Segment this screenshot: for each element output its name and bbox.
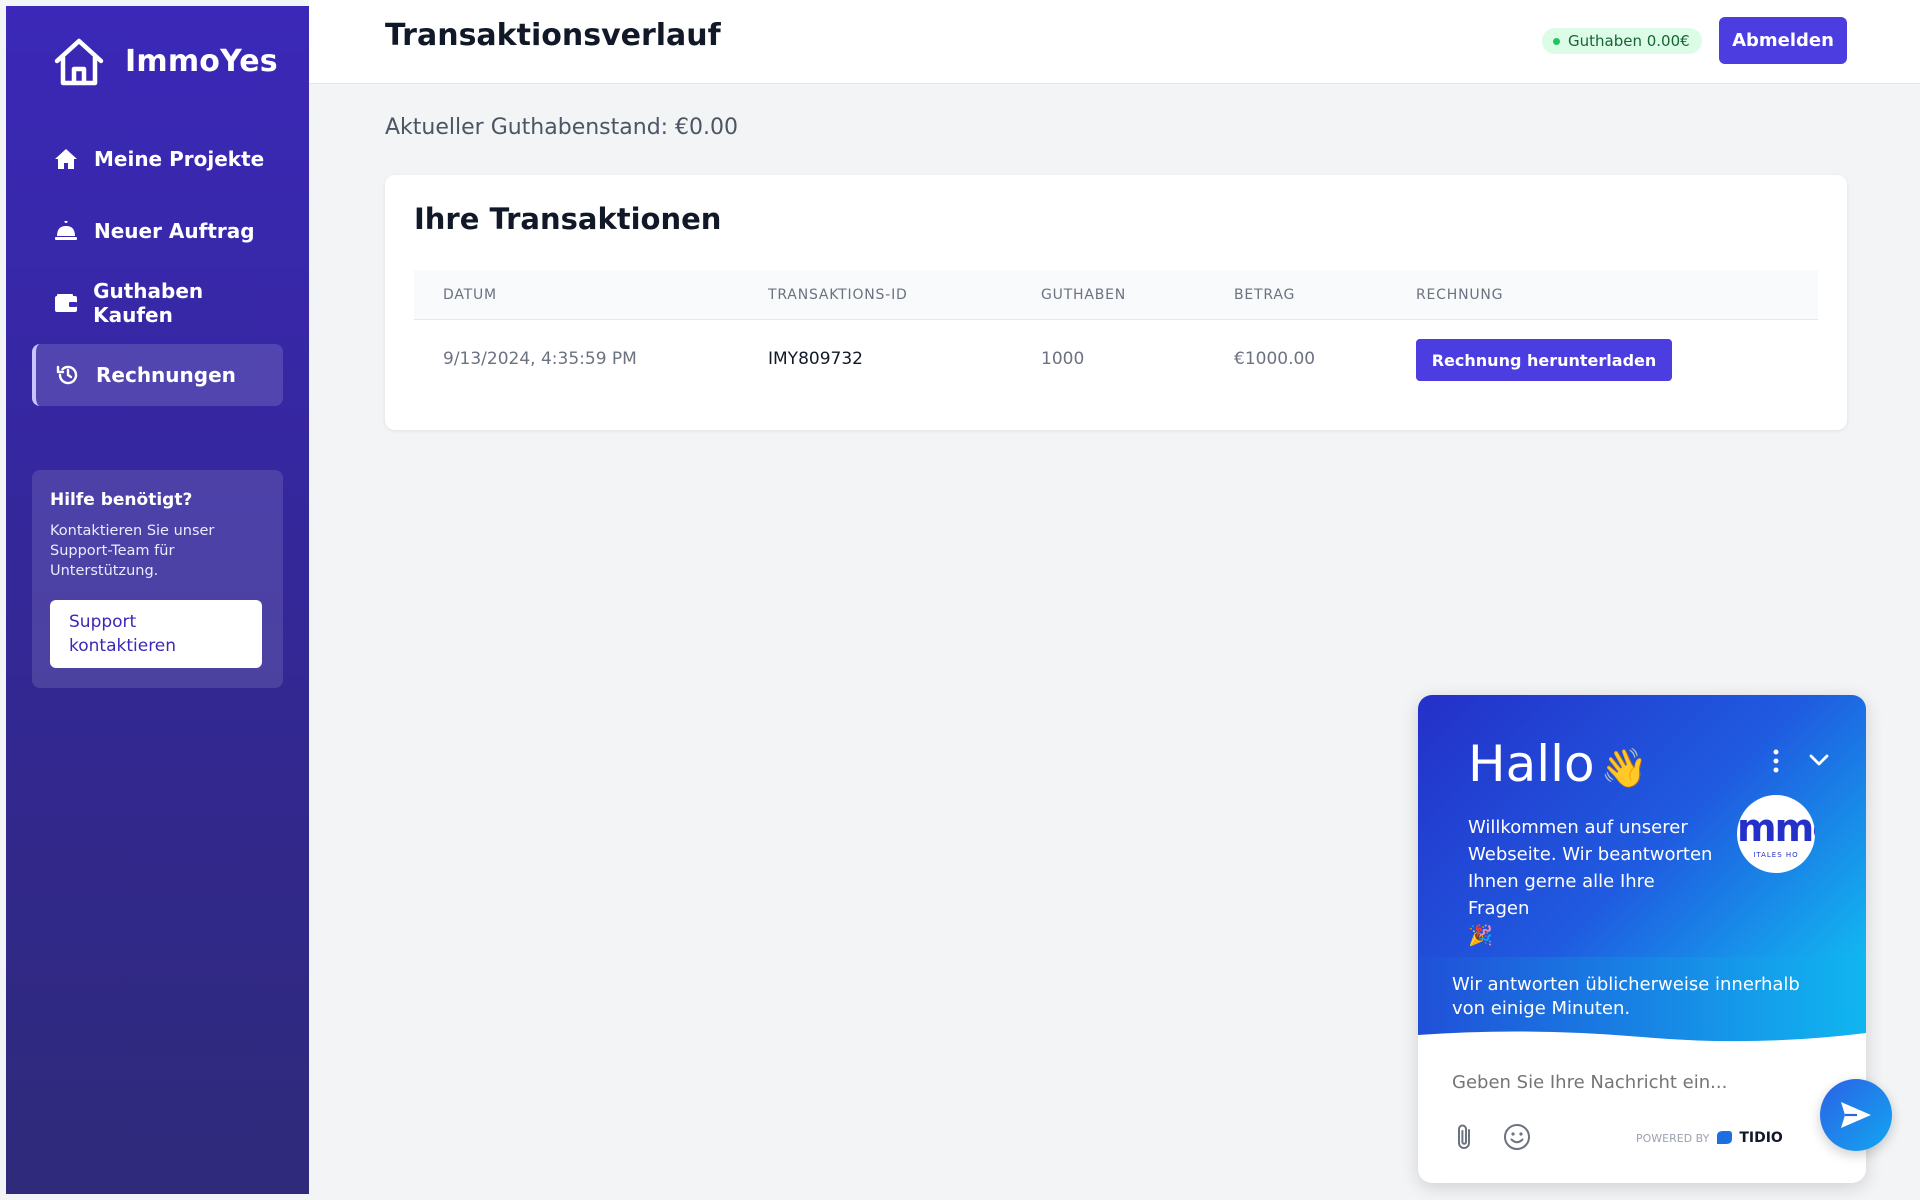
cell-date: 9/13/2024, 4:35:59 PM <box>443 349 637 369</box>
sidebar-item-label: Guthaben Kaufen <box>93 279 204 327</box>
bell-icon <box>53 218 79 244</box>
support-contact-button[interactable]: Support kontaktieren <box>50 600 262 668</box>
sidebar-item-label: Meine Projekte <box>94 147 265 171</box>
cell-credits: 1000 <box>1041 349 1085 369</box>
logout-button[interactable]: Abmelden <box>1719 17 1847 64</box>
transactions-card: Ihre Transaktionen DATUM TRANSAKTIONS-ID… <box>385 175 1847 430</box>
chevron-down-icon[interactable] <box>1806 747 1832 773</box>
column-header-transaktions-id: TRANSAKTIONS-ID <box>768 287 908 303</box>
brand-name: ImmoYes <box>125 43 278 79</box>
chat-wave-divider <box>1418 1031 1866 1049</box>
chat-header: Hallo 👋 Willkommen auf unserer Webseite. … <box>1418 695 1866 957</box>
sidebar-item-rechnungen[interactable]: Rechnungen <box>32 344 283 406</box>
send-icon <box>1841 1102 1871 1128</box>
download-invoice-button[interactable]: Rechnung herunterladen <box>1416 339 1672 381</box>
table-header: DATUM TRANSAKTIONS-ID GUTHABEN BETRAG RE… <box>414 270 1818 320</box>
chat-avatar: mmo ITALES HO <box>1737 795 1815 873</box>
wave-icon: 👋 <box>1600 746 1648 790</box>
paperclip-icon[interactable] <box>1452 1122 1478 1152</box>
chat-welcome-message: Willkommen auf unserer Webseite. Wir bea… <box>1468 817 1713 919</box>
history-icon <box>55 362 81 388</box>
table-row: 9/13/2024, 4:35:59 PM IMY809732 1000 €10… <box>414 320 1818 400</box>
column-header-guthaben: GUTHABEN <box>1041 287 1127 303</box>
sidebar-item-guthaben-kaufen[interactable]: Guthaben Kaufen <box>32 272 283 334</box>
powered-by-tidio[interactable]: POWERED BY TIDIO <box>1636 1130 1783 1146</box>
column-header-rechnung: RECHNUNG <box>1416 287 1504 303</box>
sidebar-item-label: Neuer Auftrag <box>94 219 255 243</box>
help-text: Kontaktieren Sie unser Support-Team für … <box>50 523 215 579</box>
avatar-logo-text: mmo <box>1737 806 1815 850</box>
sidebar: ImmoYes Meine Projekte Neuer Auftrag Gut… <box>6 6 309 1194</box>
party-popper-icon: 🎉 <box>1468 923 1493 947</box>
current-balance: Aktueller Guthabenstand: €0.00 <box>385 115 739 140</box>
more-options-icon[interactable] <box>1768 747 1784 775</box>
chat-widget: Hallo 👋 Willkommen auf unserer Webseite. … <box>1418 695 1866 1183</box>
page-title: Transaktionsverlauf <box>385 18 721 53</box>
app-frame: ImmoYes Meine Projekte Neuer Auftrag Gut… <box>0 0 1920 1200</box>
column-header-betrag: BETRAG <box>1234 287 1296 303</box>
help-title: Hilfe benötigt? <box>50 490 193 510</box>
column-header-datum: DATUM <box>443 287 497 303</box>
transactions-title: Ihre Transaktionen <box>414 202 722 236</box>
sidebar-nav: Meine Projekte Neuer Auftrag Guthaben Ka… <box>32 128 283 416</box>
chat-greeting-text: Hallo <box>1468 735 1595 793</box>
balance-badge-text: Guthaben 0.00€ <box>1568 32 1690 50</box>
cell-transaction-id: IMY809732 <box>768 349 863 369</box>
chat-greeting: Hallo 👋 <box>1468 735 1648 793</box>
avatar-logo-subtext: ITALES HO <box>1753 851 1799 859</box>
home-icon <box>53 146 79 172</box>
help-box: Hilfe benötigt? Kontaktieren Sie unser S… <box>32 470 283 688</box>
balance-badge: Guthaben 0.00€ <box>1542 28 1702 54</box>
chat-send-button[interactable] <box>1820 1079 1892 1151</box>
sidebar-item-meine-projekte[interactable]: Meine Projekte <box>32 128 283 190</box>
tidio-logo-icon <box>1717 1131 1733 1144</box>
chat-message-input[interactable] <box>1452 1072 1782 1093</box>
sidebar-item-label: Rechnungen <box>96 363 236 387</box>
status-dot <box>1553 38 1560 45</box>
powered-by-label: POWERED BY <box>1636 1131 1710 1145</box>
chat-welcome-text: Willkommen auf unserer Webseite. Wir bea… <box>1468 814 1718 949</box>
cell-amount: €1000.00 <box>1234 349 1316 369</box>
house-logo-icon <box>54 38 104 86</box>
top-header: Transaktionsverlauf Guthaben 0.00€ Abmel… <box>309 0 1920 84</box>
sidebar-item-neuer-auftrag[interactable]: Neuer Auftrag <box>32 200 283 262</box>
tidio-brand-name: TIDIO <box>1739 1130 1783 1146</box>
emoji-icon[interactable] <box>1502 1122 1532 1152</box>
wallet-icon <box>53 290 78 316</box>
brand-logo[interactable]: ImmoYes <box>51 30 278 92</box>
transactions-table: DATUM TRANSAKTIONS-ID GUTHABEN BETRAG RE… <box>414 270 1818 400</box>
